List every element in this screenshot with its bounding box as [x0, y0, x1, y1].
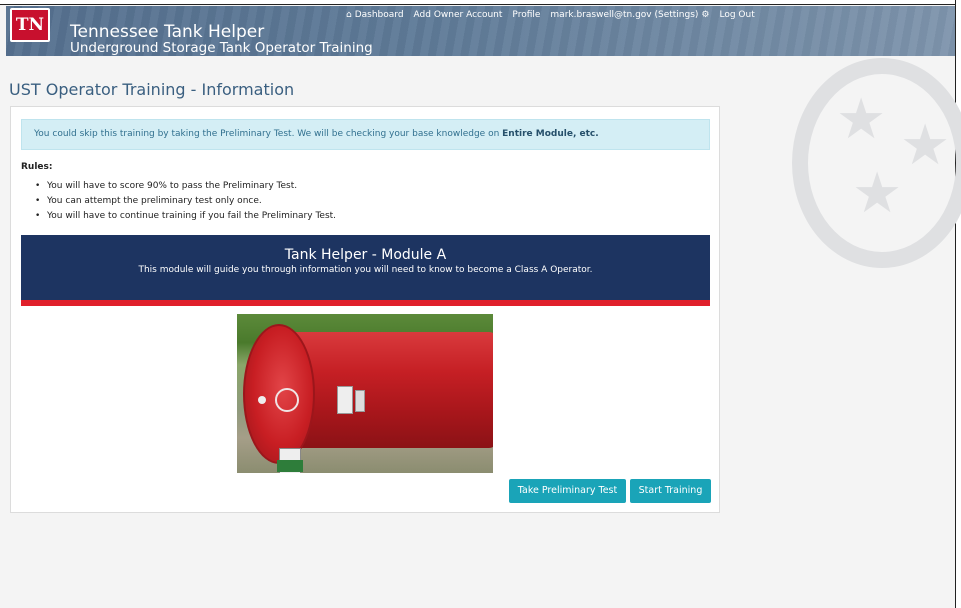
info-alert: You could skip this training by taking t…: [21, 119, 710, 150]
nav-user-settings[interactable]: mark.braswell@tn.gov (Settings) ⚙: [550, 10, 709, 20]
alert-emphasis: Entire Module, etc.: [502, 129, 599, 139]
gear-icon: ⚙: [701, 10, 710, 20]
tank-end-cap: [243, 324, 315, 473]
seal-star-icon: ★: [852, 161, 903, 226]
module-banner: Tank Helper - Module A This module will …: [21, 235, 710, 306]
start-training-button[interactable]: Start Training: [630, 479, 711, 503]
rule-item: You will have to score 90% to pass the P…: [35, 179, 336, 194]
window-frame-top: [0, 0, 961, 5]
rules-heading: Rules:: [21, 162, 53, 172]
page-title: UST Operator Training - Information: [9, 80, 295, 99]
tennessee-seal-watermark: ★ ★ ★: [792, 58, 961, 268]
site-subtitle: Underground Storage Tank Operator Traini…: [70, 40, 373, 56]
nav-user-settings-label: mark.braswell@tn.gov (Settings): [550, 10, 699, 20]
home-icon: ⌂: [346, 10, 352, 20]
tank-sign-green: [277, 460, 303, 472]
tank-placard: [355, 390, 365, 412]
alert-text: You could skip this training by taking t…: [34, 129, 503, 139]
site-header: TN Tennessee Tank Helper Underground Sto…: [6, 6, 955, 56]
nav-dashboard[interactable]: ⌂ Dashboard: [346, 10, 404, 20]
nav-add-owner-account[interactable]: Add Owner Account: [414, 10, 503, 20]
nav-dashboard-label: Dashboard: [354, 10, 404, 20]
module-description: This module will guide you through infor…: [138, 265, 593, 275]
rule-item: You can attempt the preliminary test onl…: [35, 194, 336, 209]
tn-logo[interactable]: TN: [10, 8, 50, 42]
tank-emblem: [275, 388, 299, 412]
top-navigation: ⌂ Dashboard Add Owner Account Profile ma…: [346, 10, 755, 20]
window-frame-right: [955, 0, 961, 608]
module-title: Tank Helper - Module A: [284, 247, 447, 263]
site-title[interactable]: Tennessee Tank Helper: [70, 22, 264, 42]
training-info-panel: You could skip this training by taking t…: [10, 106, 720, 513]
take-preliminary-test-button[interactable]: Take Preliminary Test: [509, 479, 626, 503]
seal-star-icon: ★: [900, 113, 951, 178]
nav-logout[interactable]: Log Out: [720, 10, 755, 20]
seal-star-icon: ★: [836, 87, 887, 152]
tank-valve: [258, 396, 266, 404]
rules-list: You will have to score 90% to pass the P…: [35, 179, 336, 224]
nav-profile[interactable]: Profile: [512, 10, 540, 20]
rule-item: You will have to continue training if yo…: [35, 209, 336, 224]
storage-tank-photo: [237, 314, 493, 473]
tank-placard: [337, 386, 353, 414]
